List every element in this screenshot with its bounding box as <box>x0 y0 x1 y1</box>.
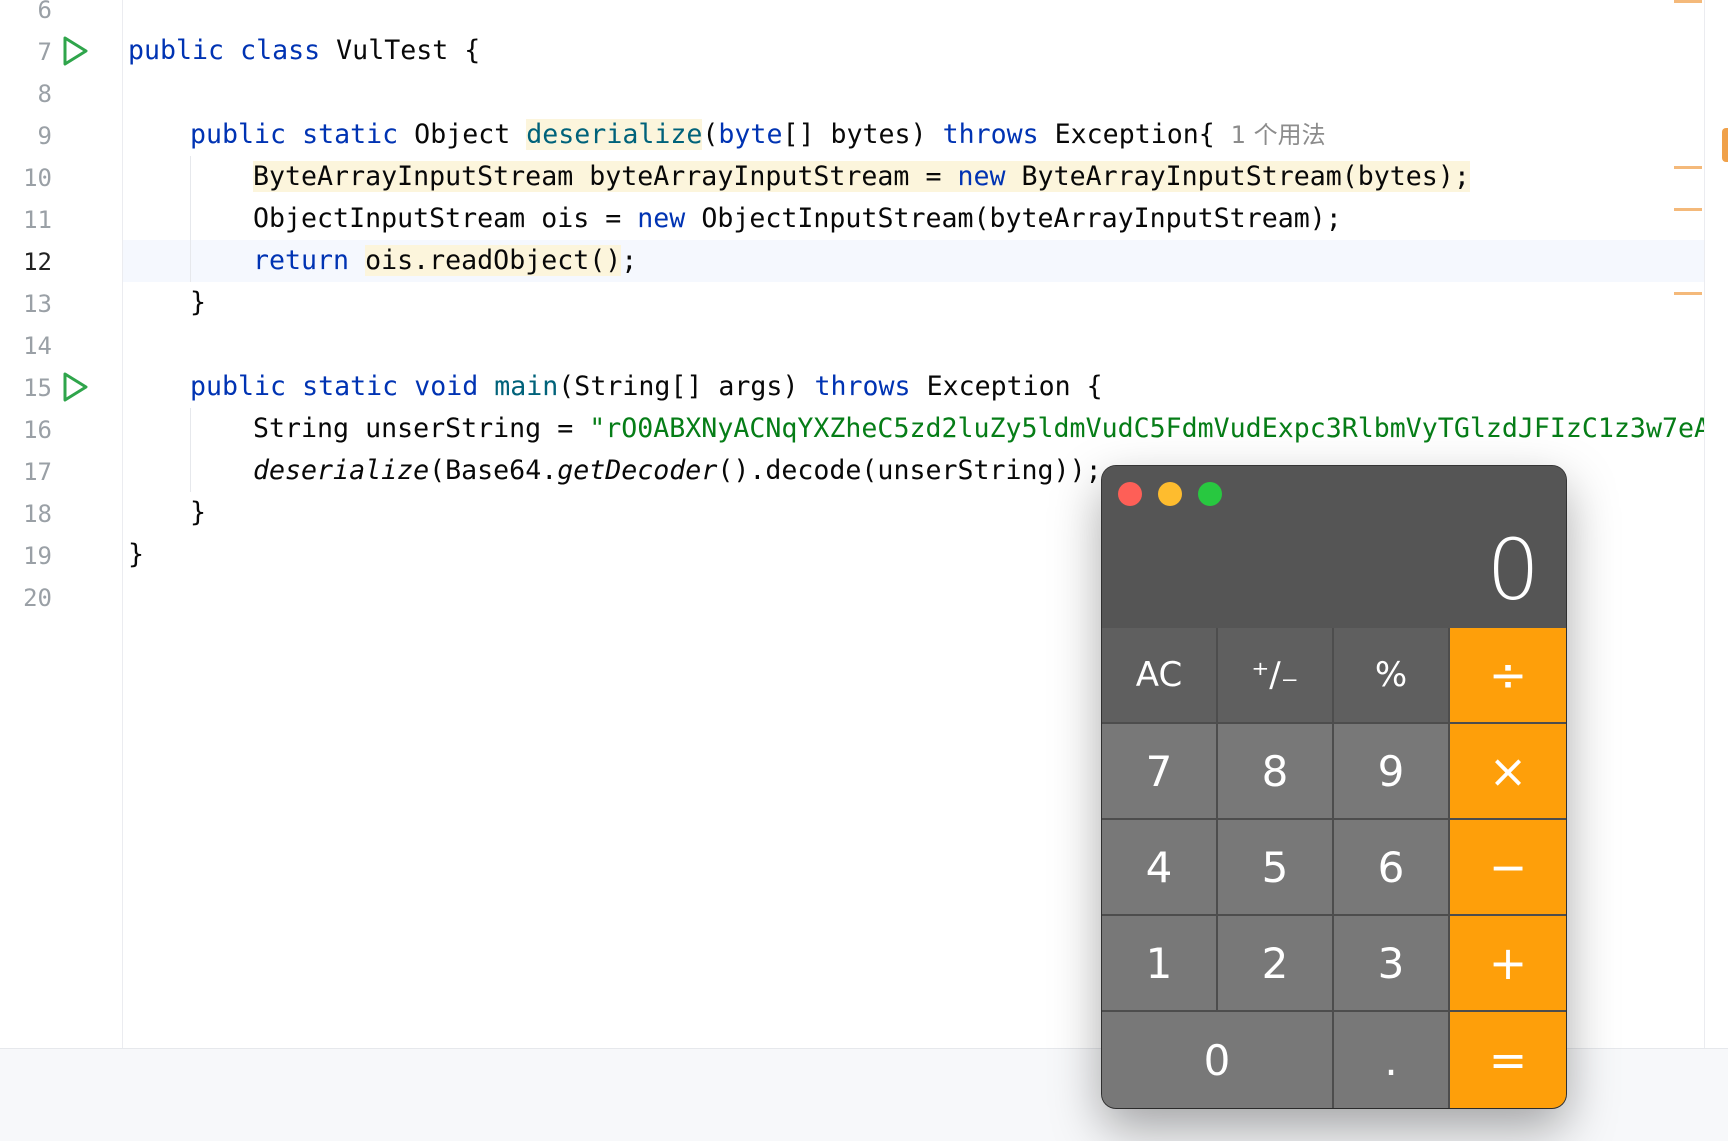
code-highlight: ois.readObject() <box>365 245 622 276</box>
keyword: static <box>302 371 399 402</box>
digit-5-button[interactable]: 5 <box>1218 820 1334 916</box>
keyword: void <box>414 371 479 402</box>
minus-button[interactable]: − <box>1450 820 1566 916</box>
digit-2-button[interactable]: 2 <box>1218 916 1334 1012</box>
line-number: 19 <box>23 542 52 570</box>
keyword: public <box>190 119 287 150</box>
digit-8-button[interactable]: 8 <box>1218 724 1334 820</box>
side-panel-tab[interactable] <box>1722 128 1728 162</box>
keyword: return <box>253 245 350 276</box>
line-number: 14 <box>23 332 52 360</box>
code-text: ( <box>702 119 719 150</box>
code-text: ; <box>621 245 638 276</box>
decimal-button[interactable]: . <box>1334 1012 1450 1108</box>
plus-button[interactable]: + <box>1450 916 1566 1012</box>
line-number: 15 <box>23 374 52 402</box>
code-line-7: public class VulTest { <box>128 30 480 72</box>
keyword: byte <box>718 119 783 150</box>
line-number: 11 <box>23 206 52 234</box>
calculator-window[interactable]: 0 AC ⁺∕₋ % ÷ 7 8 9 × 4 5 6 − 1 2 3 + 0 .… <box>1102 466 1566 1108</box>
minimize-button[interactable] <box>1158 482 1182 506</box>
method-name: deserialize <box>526 119 703 150</box>
line-number-current: 12 <box>23 248 52 276</box>
digit-3-button[interactable]: 3 <box>1334 916 1450 1012</box>
close-button[interactable] <box>1118 482 1142 506</box>
line-number: 13 <box>23 290 52 318</box>
code-line-11: ObjectInputStream ois = new ObjectInputS… <box>253 198 1342 240</box>
line-number-gutter: 6 7 8 9 10 11 12 13 14 15 16 17 18 19 20 <box>0 0 123 1048</box>
code-text: [] bytes) <box>782 119 943 150</box>
indent-guide <box>190 156 191 282</box>
change-marker[interactable] <box>1674 292 1702 295</box>
divide-button[interactable]: ÷ <box>1450 628 1566 724</box>
line-number: 20 <box>23 584 52 612</box>
code-line-16: String unserString = "rO0ABXNyACNqYXZheC… <box>253 408 1704 450</box>
digit-6-button[interactable]: 6 <box>1334 820 1450 916</box>
code-text: Exception{ <box>1038 119 1215 150</box>
code-text: ().decode(unserString)); <box>717 455 1102 486</box>
keyword: new <box>957 161 1006 192</box>
line-number: 10 <box>23 164 52 192</box>
code-line-12: return ois.readObject(); <box>253 240 637 282</box>
indent-guide <box>190 408 191 492</box>
code-text: ByteArrayInputStream byteArrayInputStrea… <box>253 161 958 192</box>
code-text: String unserString = <box>253 413 590 444</box>
percent-button[interactable]: % <box>1334 628 1450 724</box>
method-call: getDecoder <box>557 455 718 486</box>
keyword: public <box>128 35 225 66</box>
keyword: throws <box>814 371 911 402</box>
digit-7-button[interactable]: 7 <box>1102 724 1218 820</box>
equals-button[interactable]: = <box>1450 1012 1566 1108</box>
code-line-13: } <box>190 287 207 318</box>
digit-0-button[interactable]: 0 <box>1102 1012 1334 1108</box>
string-literal: "rO0ABXNyACNqYXZheC5zd2luZy5ldmVudC5FdmV… <box>589 413 1704 444</box>
sign-toggle-button[interactable]: ⁺∕₋ <box>1218 628 1334 724</box>
method-call: deserialize <box>253 455 430 486</box>
line-number: 9 <box>37 122 52 150</box>
code-text: Exception { <box>910 371 1103 402</box>
code-text: (Base64. <box>429 455 558 486</box>
line-number: 8 <box>37 80 52 108</box>
run-class-icon[interactable] <box>60 34 90 68</box>
code-line-17: deserialize(Base64.getDecoder().decode(u… <box>253 450 1102 492</box>
digit-1-button[interactable]: 1 <box>1102 916 1218 1012</box>
line-number: 18 <box>23 500 52 528</box>
line-number: 16 <box>23 416 52 444</box>
change-marker[interactable] <box>1674 166 1702 169</box>
keyword: static <box>302 119 399 150</box>
keyword: new <box>637 203 686 234</box>
keyword: public <box>190 371 287 402</box>
digit-4-button[interactable]: 4 <box>1102 820 1218 916</box>
run-main-icon[interactable] <box>60 370 90 404</box>
code-text: ObjectInputStream ois = <box>253 203 638 234</box>
line-number: 6 <box>37 0 52 24</box>
code-line-10: ByteArrayInputStream byteArrayInputStrea… <box>253 156 1470 198</box>
method-name: main <box>494 371 559 402</box>
code-line-18: } <box>190 497 207 528</box>
code-line-19: } <box>128 539 145 570</box>
calculator-header: 0 <box>1102 466 1566 628</box>
code-text: ByteArrayInputStream(bytes); <box>1005 161 1470 192</box>
clear-button[interactable]: AC <box>1102 628 1218 724</box>
scrollbar-stripe[interactable] <box>1704 0 1705 1048</box>
change-marker[interactable] <box>1674 0 1702 3</box>
code-line-9: public static Object deserialize(byte[] … <box>190 114 1326 156</box>
keyword: throws <box>942 119 1039 150</box>
code-line-15: public static void main(String[] args) t… <box>190 366 1103 408</box>
maximize-button[interactable] <box>1198 482 1222 506</box>
line-number: 7 <box>37 38 52 66</box>
keyword: class <box>240 35 321 66</box>
line-number: 17 <box>23 458 52 486</box>
code-text: Object <box>398 119 527 150</box>
digit-9-button[interactable]: 9 <box>1334 724 1450 820</box>
code-text: VulTest { <box>320 35 481 66</box>
code-text: ObjectInputStream(byteArrayInputStream); <box>685 203 1342 234</box>
usage-hint[interactable]: 1 个用法 <box>1231 121 1326 149</box>
code-text: (String[] args) <box>558 371 815 402</box>
change-marker[interactable] <box>1674 208 1702 211</box>
multiply-button[interactable]: × <box>1450 724 1566 820</box>
calculator-display: 0 <box>1486 521 1540 619</box>
